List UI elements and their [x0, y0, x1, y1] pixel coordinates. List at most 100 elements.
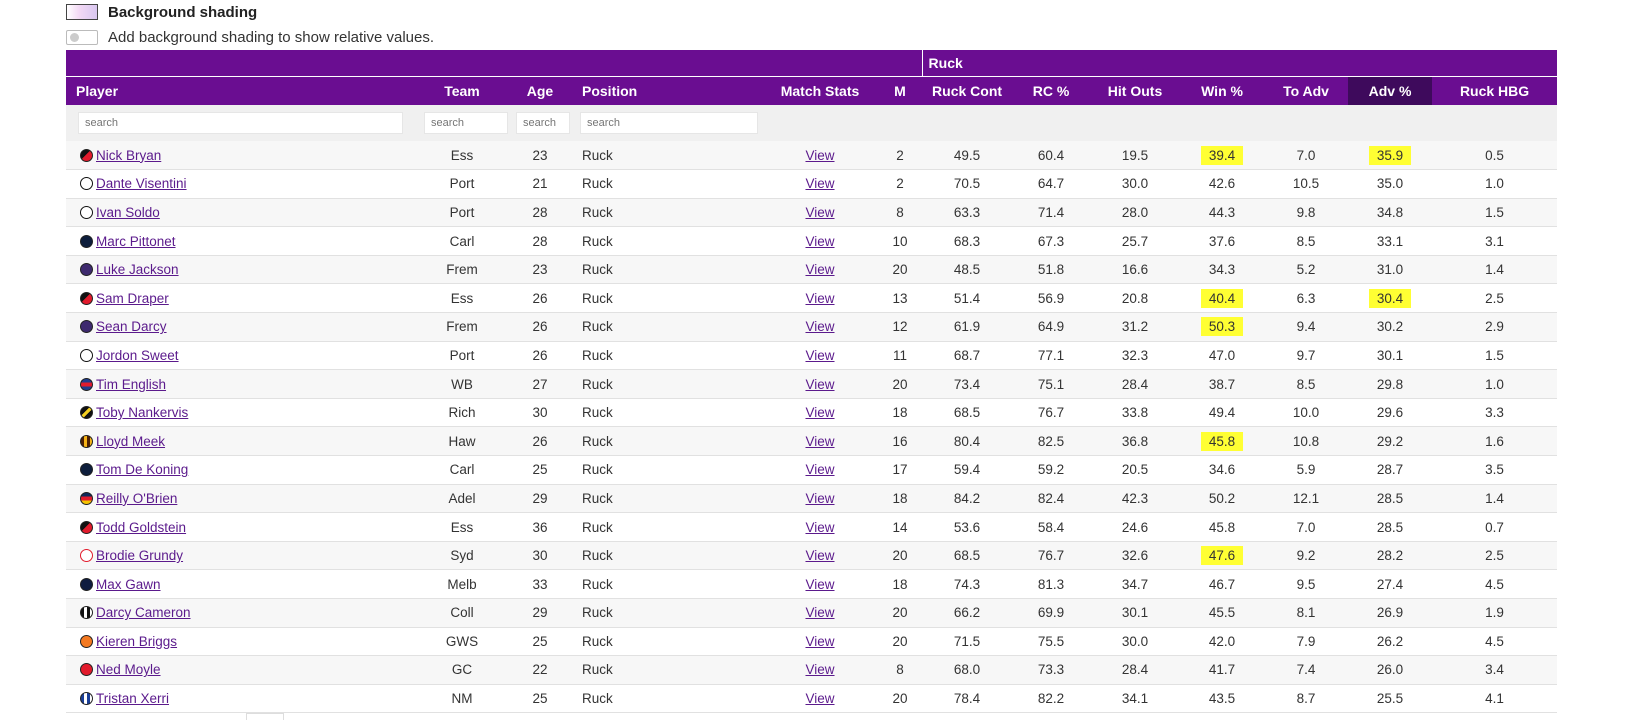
cell-match-stats: View [762, 313, 878, 342]
player-link[interactable]: Ivan Soldo [96, 205, 160, 220]
search-input-position[interactable] [580, 112, 758, 134]
cell-m: 11 [893, 347, 908, 363]
view-match-stats-link[interactable]: View [805, 148, 834, 163]
player-link[interactable]: Nick Bryan [96, 148, 161, 163]
view-match-stats-link[interactable]: View [805, 605, 834, 620]
search-input-team[interactable] [424, 112, 508, 134]
player-link[interactable]: Jordon Sweet [96, 348, 179, 363]
player-link[interactable]: Max Gawn [96, 577, 161, 592]
player-link[interactable]: Kieren Briggs [96, 634, 177, 649]
view-match-stats-link[interactable]: View [805, 577, 834, 592]
col-header-m[interactable]: M [878, 76, 923, 105]
col-header-to-adv[interactable]: To Adv [1264, 76, 1349, 105]
cell-player: Sean Darcy [66, 313, 416, 342]
cell-to-adv: 9.2 [1296, 548, 1316, 564]
cell-age: 28 [532, 233, 548, 249]
cell-team: Ess [450, 519, 474, 535]
col-header-win-pct[interactable]: Win % [1180, 76, 1265, 105]
collingwood-logo [80, 606, 93, 620]
group-header-row: Ruck [66, 50, 1558, 77]
player-link[interactable]: Todd Goldstein [96, 520, 186, 535]
player-link[interactable]: Darcy Cameron [96, 605, 191, 620]
player-link[interactable]: Marc Pittonet [96, 234, 176, 249]
player-link[interactable]: Lloyd Meek [96, 434, 165, 449]
player-link[interactable]: Toby Nankervis [96, 405, 188, 420]
cell-match-stats: View [762, 284, 878, 313]
cell-win-pct: 49.4 [1180, 398, 1264, 427]
player-link[interactable]: Tristan Xerri [96, 691, 169, 706]
view-match-stats-link[interactable]: View [805, 434, 834, 449]
cell-rc-pct: 76.7 [1037, 405, 1065, 421]
view-match-stats-link[interactable]: View [805, 691, 834, 706]
search-input-age[interactable] [516, 112, 570, 134]
player-link[interactable]: Luke Jackson [96, 262, 179, 277]
view-match-stats-link[interactable]: View [805, 377, 834, 392]
cell-ruck-cont: 73.4 [953, 376, 981, 392]
cell-win-pct: 45.8 [1180, 427, 1264, 456]
cell-win-pct: 44.3 [1180, 198, 1264, 227]
col-header-ruck-hbg[interactable]: Ruck HBG [1432, 76, 1558, 105]
col-header-ruck-cont[interactable]: Ruck Cont [922, 76, 1013, 105]
player-link[interactable]: Tim English [96, 377, 166, 392]
player-link[interactable]: Sam Draper [96, 291, 169, 306]
col-header-team[interactable]: Team [416, 76, 508, 105]
cell-win-pct: 34.6 [1180, 456, 1264, 485]
view-match-stats-link[interactable]: View [805, 462, 834, 477]
cell-rc-pct: 64.7 [1037, 176, 1065, 192]
carlton-logo [80, 234, 93, 248]
carlton-logo [80, 463, 93, 477]
col-header-hit-outs[interactable]: Hit Outs [1090, 76, 1181, 105]
table-row: Dante Visentini Port 21 Ruck View 2 70.5 64.7 30… [66, 169, 1558, 199]
cell-ruck-hbg: 3.5 [1485, 462, 1504, 478]
cell-ruck-cont: 68.7 [953, 347, 981, 363]
cell-ruck-cont: 74.3 [953, 576, 981, 592]
cell-match-stats: View [762, 370, 878, 399]
cell-age: 30 [532, 405, 548, 421]
win-pct-value: 40.4 [1200, 288, 1244, 308]
cell-adv-pct: 30.4 [1348, 284, 1432, 313]
cell-team: GC [451, 662, 473, 678]
player-link[interactable]: Ned Moyle [96, 662, 161, 677]
view-match-stats-link[interactable]: View [805, 548, 834, 563]
cell-age: 28 [532, 204, 548, 220]
view-match-stats-link[interactable]: View [805, 319, 834, 334]
col-header-position[interactable]: Position [572, 76, 762, 105]
cell-ruck-cont: 71.5 [953, 633, 981, 649]
col-header-age[interactable]: Age [508, 76, 572, 105]
view-match-stats-link[interactable]: View [805, 291, 834, 306]
cell-m: 20 [892, 548, 908, 564]
col-header-player[interactable]: Player [66, 76, 416, 105]
player-link[interactable]: Dante Visentini [96, 176, 187, 191]
player-link[interactable]: Tom De Koning [96, 462, 188, 477]
view-match-stats-link[interactable]: View [805, 520, 834, 535]
search-input-player[interactable] [78, 112, 403, 134]
cell-team: Syd [450, 548, 474, 564]
table-row: Toby Nankervis Rich 30 Ruck View 18 68.5 76.7 33… [66, 398, 1558, 427]
col-header-match-stats[interactable]: Match Stats [762, 76, 878, 105]
view-match-stats-link[interactable]: View [805, 662, 834, 677]
group-header-blank [66, 50, 923, 77]
cell-team: Port [449, 176, 475, 192]
view-match-stats-link[interactable]: View [805, 405, 834, 420]
adv-pct-value: 27.4 [1376, 576, 1404, 592]
view-match-stats-link[interactable]: View [805, 176, 834, 191]
view-match-stats-link[interactable]: View [805, 491, 834, 506]
gold-coast-logo [80, 663, 93, 677]
view-match-stats-link[interactable]: View [805, 234, 834, 249]
player-link[interactable]: Reilly O'Brien [96, 491, 177, 506]
player-link[interactable]: Sean Darcy [96, 319, 167, 334]
view-match-stats-link[interactable]: View [805, 205, 834, 220]
cell-m: 13 [892, 290, 908, 306]
shading-toggle[interactable] [66, 29, 98, 45]
adv-pct-value: 26.2 [1376, 633, 1404, 649]
view-match-stats-link[interactable]: View [805, 348, 834, 363]
table-row: Nick Bryan Ess 23 Ruck View 2 49.5 60.4 19.5 39.4… [66, 141, 1558, 170]
col-header-rc-pct[interactable]: RC % [1012, 76, 1091, 105]
view-match-stats-link[interactable]: View [805, 634, 834, 649]
cell-m: 17 [892, 462, 908, 478]
player-link[interactable]: Brodie Grundy [96, 548, 183, 563]
cell-age: 30 [532, 548, 548, 564]
cell-age: 23 [532, 147, 548, 163]
col-header-adv-pct[interactable]: Adv % [1348, 76, 1433, 105]
view-match-stats-link[interactable]: View [805, 262, 834, 277]
